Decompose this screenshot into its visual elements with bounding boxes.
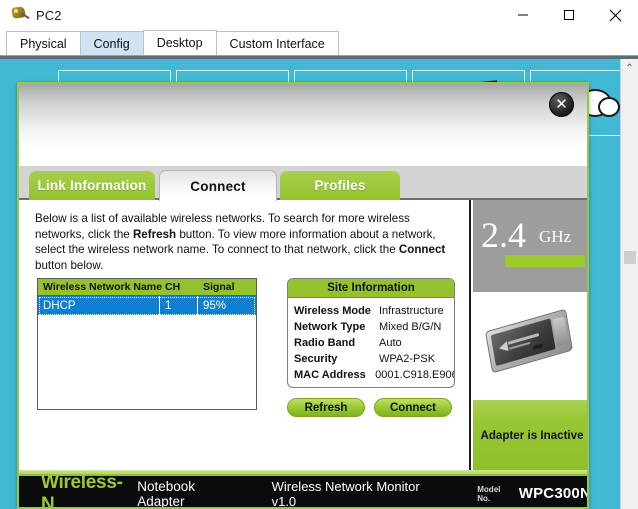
- site-information-panel: Site Information Wireless Mode Infrastru…: [287, 278, 455, 388]
- site-information-fields: Wireless Mode Infrastructure Network Typ…: [288, 298, 454, 383]
- brand-wireless-suffix: N: [41, 493, 55, 509]
- brand-model-label: Model No.: [477, 484, 501, 503]
- close-icon[interactable]: ✕: [549, 92, 574, 117]
- band-unit: GHz: [539, 227, 572, 246]
- cell-signal: 95%: [203, 299, 227, 312]
- refresh-button[interactable]: Refresh: [287, 398, 365, 417]
- tab-desktop[interactable]: Desktop: [142, 30, 217, 55]
- brand-product-label: Notebook Adapter: [137, 478, 196, 509]
- dialog-tab-bar: Link Information Connect Profiles: [19, 166, 587, 201]
- site-information-title: Site Information: [288, 279, 454, 298]
- tab-custom-interface[interactable]: Custom Interface: [215, 31, 339, 55]
- instructions-part3: button below.: [35, 258, 104, 272]
- adapter-side-panel: 2.4 GHz Adapter is Inactive: [473, 200, 587, 470]
- adapter-status-badge: Adapter is Inactive: [473, 399, 587, 470]
- pcmcia-adapter-image: [481, 306, 583, 384]
- tab-config[interactable]: Config: [79, 31, 144, 55]
- table-header-row: Wireless Network Name CH Signal: [38, 279, 256, 296]
- brand-app-label: Wireless Network Monitor v1.0: [271, 478, 420, 509]
- scroll-up-icon[interactable]: ⌃: [621, 59, 638, 77]
- site-info-row-radio-band: Radio Band Auto: [288, 335, 454, 351]
- band-accent-bar: [505, 255, 585, 267]
- cell-channel: 1: [160, 296, 198, 315]
- site-info-row-wireless-mode: Wireless Mode Infrastructure: [288, 303, 454, 319]
- packet-tracer-device-icon: [9, 6, 31, 24]
- wireless-network-monitor-dialog: ✕ Link Information Connect Profiles Belo…: [17, 82, 589, 509]
- close-window-button[interactable]: [592, 0, 638, 31]
- connect-panel: Below is a list of available wireless ne…: [19, 200, 471, 470]
- site-info-row-security: Security WPA2-PSK: [288, 351, 454, 367]
- dialog-header: ✕: [19, 84, 587, 166]
- column-header-signal: Signal: [203, 281, 235, 293]
- connect-button[interactable]: Connect: [374, 398, 452, 417]
- desktop-scrollbar[interactable]: ⌃: [620, 59, 638, 509]
- cell-network-name: DHCP: [38, 296, 160, 315]
- label-security: Security: [294, 353, 338, 365]
- linksys-logo-icon: [498, 341, 509, 354]
- column-header-channel: CH: [165, 281, 181, 293]
- brand-wireless-label: Wireless-N: [41, 471, 129, 509]
- instructions-text: Below is a list of available wireless ne…: [35, 211, 455, 273]
- tab-connect[interactable]: Connect: [159, 170, 277, 201]
- tab-profiles[interactable]: Profiles: [280, 171, 400, 200]
- frequency-band-banner: 2.4 GHz: [473, 200, 587, 292]
- scrollbar-thumb[interactable]: [624, 251, 636, 264]
- brand-footer-bar: Wireless-N Notebook Adapter Wireless Net…: [19, 471, 589, 509]
- site-info-row-network-type: Network Type Mixed B/G/N: [288, 319, 454, 335]
- tab-physical[interactable]: Physical: [6, 31, 81, 55]
- dialog-body: Below is a list of available wireless ne…: [19, 200, 587, 470]
- app-root: PC2 Physical Config Desktop Custom Inter…: [0, 0, 638, 509]
- value-radio-band: Auto: [379, 337, 402, 349]
- action-buttons: Refresh Connect: [287, 398, 459, 417]
- label-radio-band: Radio Band: [294, 337, 356, 349]
- window-title: PC2: [36, 7, 62, 23]
- instructions-connect-emphasis: Connect: [398, 243, 446, 257]
- instructions-refresh-emphasis: Refresh: [132, 227, 177, 241]
- label-wireless-mode: Wireless Mode: [294, 305, 371, 317]
- value-wireless-mode: Infrastructure: [379, 305, 444, 317]
- brand-model-number: WPC300N: [518, 485, 589, 502]
- label-network-type: Network Type: [294, 321, 366, 333]
- label-mac-address: MAC Address: [294, 369, 366, 381]
- value-network-type: Mixed B/G/N: [379, 321, 442, 333]
- value-security: WPA2-PSK: [379, 353, 436, 365]
- tab-link-information[interactable]: Link Information: [29, 171, 155, 200]
- site-info-row-mac-address: MAC Address 0001.C918.E906: [288, 367, 454, 383]
- band-number: 2.4: [481, 215, 526, 255]
- maximize-button[interactable]: [546, 0, 592, 31]
- device-tab-bar: Physical Config Desktop Custom Interface: [0, 30, 638, 56]
- value-mac-address: 0001.C918.E906: [375, 369, 454, 381]
- available-networks-table[interactable]: Wireless Network Name CH Signal DHCP 1 9…: [37, 278, 257, 410]
- minimize-button[interactable]: [500, 0, 546, 31]
- brand-wireless-prefix: Wireless-: [41, 471, 123, 493]
- table-row[interactable]: DHCP 1 95%: [38, 296, 256, 316]
- window-titlebar: PC2: [0, 0, 638, 31]
- window-controls: [500, 0, 638, 31]
- column-header-network-name: Wireless Network Name: [43, 281, 162, 293]
